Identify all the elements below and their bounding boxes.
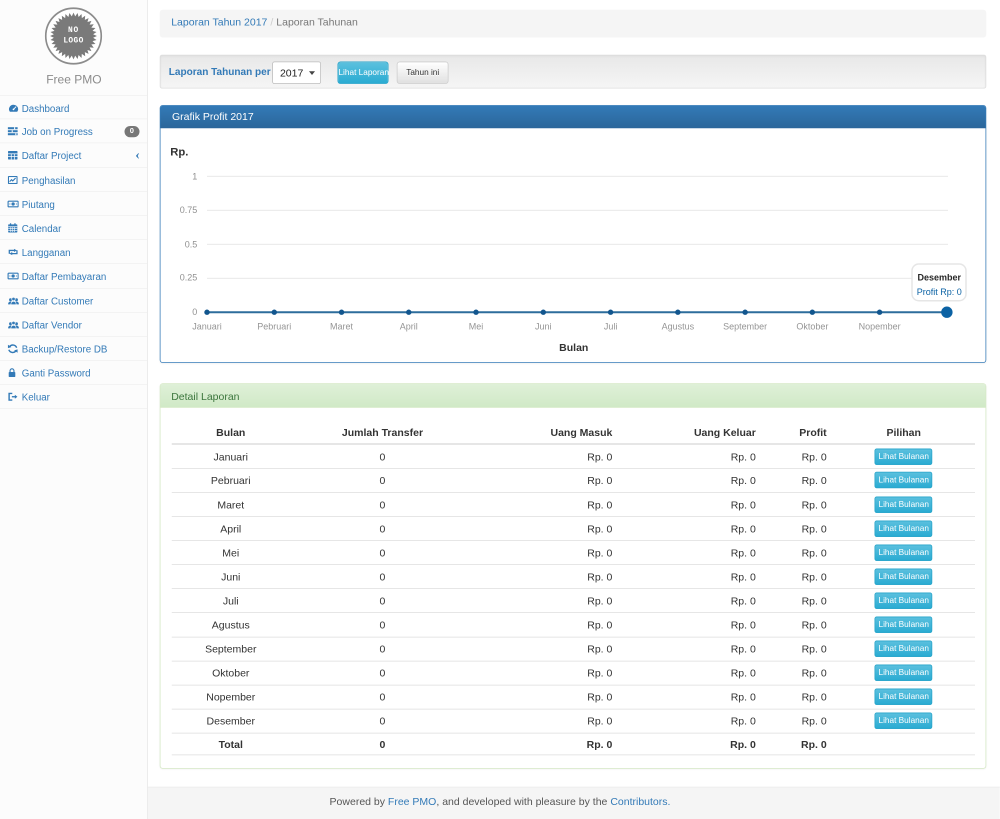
svg-text:1: 1	[192, 171, 197, 181]
svg-text:Januari: Januari	[192, 321, 222, 331]
svg-text:Pebruari: Pebruari	[257, 321, 291, 331]
svg-text:Juni: Juni	[535, 321, 552, 331]
svg-text:Juli: Juli	[604, 321, 618, 331]
svg-text:Nopember: Nopember	[859, 321, 901, 331]
svg-text:0.75: 0.75	[180, 205, 198, 215]
svg-text:Mei: Mei	[469, 321, 484, 331]
svg-text:LOGO: LOGO	[63, 36, 83, 45]
svg-text:Oktober: Oktober	[797, 321, 829, 331]
svg-text:September: September	[723, 321, 767, 331]
svg-text:NO: NO	[68, 26, 79, 35]
svg-text:Maret: Maret	[330, 321, 354, 331]
svg-text:Rp.: Rp.	[170, 146, 188, 158]
svg-text:Bulan: Bulan	[559, 342, 588, 354]
svg-text:0: 0	[192, 307, 197, 317]
svg-text:April: April	[400, 321, 418, 331]
svg-text:Agustus: Agustus	[662, 321, 695, 331]
svg-text:0.25: 0.25	[180, 272, 198, 282]
svg-text:0.5: 0.5	[185, 239, 198, 249]
